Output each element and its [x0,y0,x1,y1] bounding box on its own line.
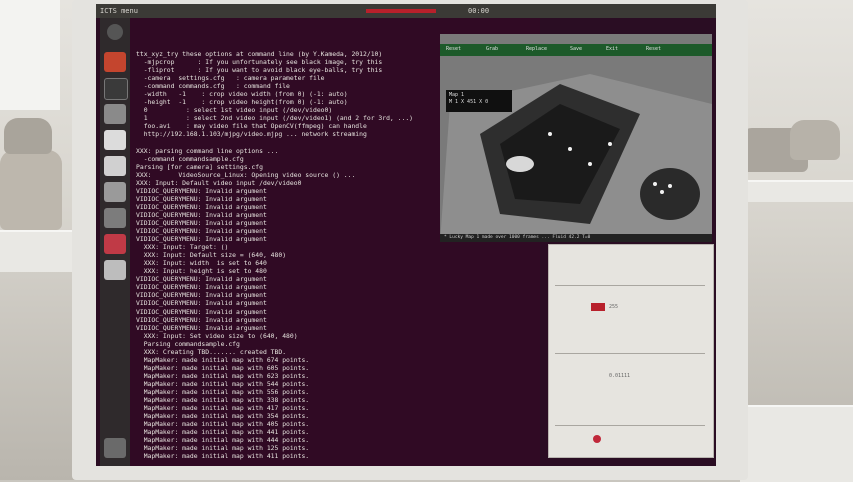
terminal-line: XXX: Input: height is set to 480 [136,267,267,276]
settings-icon[interactable] [104,104,126,124]
document-icon[interactable] [104,130,126,150]
panel-clock: 00:00 [468,7,490,15]
chair [790,120,840,160]
terminal-line: MapMaker: made initial map with 441 poin… [136,428,310,437]
menu-exit[interactable]: Exit [606,46,618,52]
desk [740,180,853,202]
terminal-line: VIDIOC_QUERYMENU: Invalid argument [136,275,267,284]
dash-icon[interactable] [107,24,123,40]
menu-save[interactable]: Save [570,46,582,52]
menu-reset[interactable]: Reset [446,46,461,52]
terminal-line: MapMaker: made initial map with 605 poin… [136,363,310,372]
camera-view[interactable]: Reset Grab Replace Save Exit Reset Map 1… [440,34,712,242]
terminal-line: VIDIOC_QUERYMENU: Invalid argument [136,307,267,316]
terminal-line: MapMaker: made initial map with 623 poin… [136,371,310,380]
slider-track[interactable] [555,285,705,286]
chair [4,118,52,154]
value-readout: 255 [609,304,619,310]
terminal-line: MapMaker: made initial map with 411 poin… [136,452,310,461]
terminal-line: VIDIOC_QUERYMENU: Invalid argument [136,291,267,300]
terminal-line: Parsing commandsample.cfg [136,339,240,348]
terminal-line: MapMaker: made initial map with 674 poin… [136,355,310,364]
terminal-line: VIDIOC_QUERYMENU: Invalid argument [136,323,267,332]
terminal-line: MapMaker: made initial map with 338 poin… [136,396,310,405]
slider-track[interactable] [555,353,705,354]
camera-menu-bar: Reset Grab Replace Save Exit Reset [440,44,712,56]
trash-icon[interactable] [104,438,126,458]
text-editor-icon[interactable] [104,156,126,176]
control-panel: 255 0.01111 [548,244,714,458]
top-panel: ICTS menu 00:00 [96,4,716,18]
value-readout: 0.01111 [609,373,631,379]
map-label: Map 1 [449,92,465,98]
map-stats: M 1 X 451 X 0 [449,99,489,105]
files-icon[interactable] [104,52,126,72]
terminal-line: XXX: Input: Default size = (640, 480) [136,251,287,260]
record-indicator [366,9,436,13]
slider-track[interactable] [555,425,705,426]
terminal-line: VIDIOC_QUERYMENU: Invalid argument [136,299,267,308]
value-badge [591,303,605,311]
menu-grab[interactable]: Grab [486,46,498,52]
app-icon[interactable] [104,208,126,228]
terminal-line: MapMaker: made initial map with 125 poin… [136,444,310,453]
monitor-screen: ICTS menu 00:00 ttx_xyz_try these option… [96,4,716,466]
app-icon[interactable] [104,182,126,202]
terminal-line: MapMaker: made initial map with 417 poin… [136,404,310,413]
terminal-line: MapMaker: made initial map with 544 poin… [136,379,310,388]
chair [0,150,62,230]
menu-replace[interactable]: Replace [526,46,547,52]
terminal-icon[interactable] [104,78,128,100]
camera-scene [440,34,712,242]
terminal-line: MapMaker: made initial map with 354 poin… [136,412,310,421]
terminal-line: XXX: Input: Set video size to (640, 480) [136,331,298,340]
terminal-line: MapMaker: made initial map with 444 poin… [136,436,310,445]
panel-title: ICTS menu [100,7,138,15]
terminal-line: XXX: Creating TBD....... created TBD. [136,347,287,356]
terminal-line: XXX: Input: width is set to 640 [136,259,267,268]
record-button[interactable] [593,435,601,443]
camera-caption: * Lucky Map 1 made over 1000 frames ... … [440,234,712,242]
terminal-line: VIDIOC_QUERYMENU: Invalid argument [136,315,267,324]
media-icon[interactable] [104,234,126,254]
map-info: Map 1 M 1 X 451 X 0 [446,90,512,112]
terminal-line: VIDIOC_QUERYMENU: Invalid argument [136,283,267,292]
desk [0,230,78,272]
terminal-line: MapMaker: made initial map with 405 poin… [136,420,310,429]
window [0,0,60,110]
desk [740,405,853,482]
terminal-line: XXX: Input: Target: () [136,243,229,252]
drive-icon[interactable] [104,260,126,280]
terminal-line: MapMaker: made initial map with 556 poin… [136,387,310,396]
menu-reset-2[interactable]: Reset [646,46,661,52]
launcher-bar [100,18,130,466]
